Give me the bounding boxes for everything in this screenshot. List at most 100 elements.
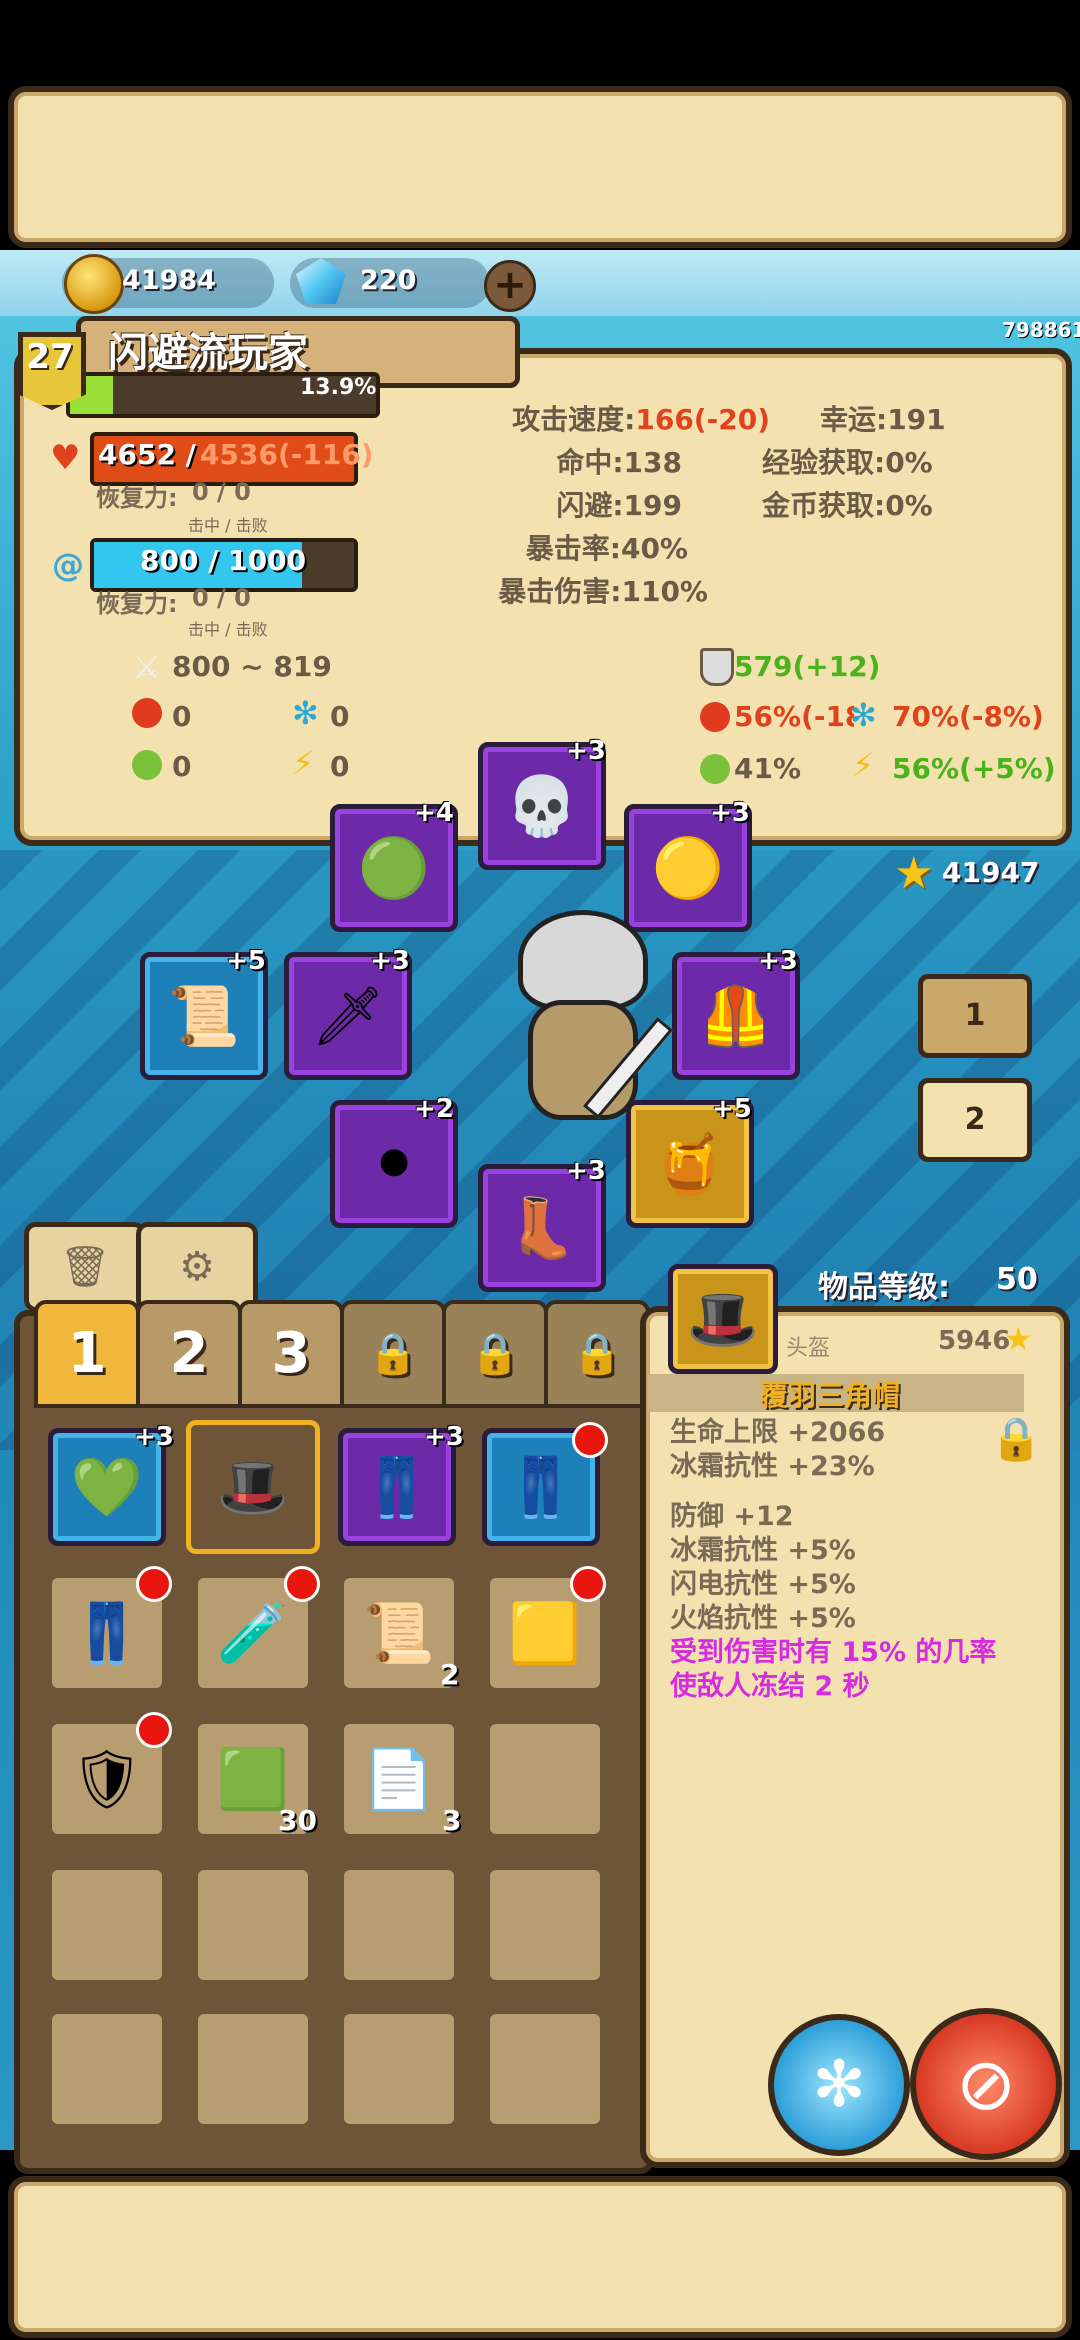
hp-regen-label: 恢复力: <box>96 484 178 512</box>
salvage-button[interactable]: ✻ <box>768 2014 910 2156</box>
equip-set-1-button[interactable]: 1 <box>918 974 1032 1058</box>
exp-percent: 13.9% <box>300 375 377 400</box>
new-item-badge <box>136 1712 172 1748</box>
new-item-badge <box>136 1566 172 1602</box>
inventory-empty-slot[interactable] <box>340 2010 458 2128</box>
player-level: 27 <box>26 337 74 377</box>
item-level-value: 50 <box>996 1262 1038 1297</box>
top-banner-panel <box>8 86 1072 248</box>
item-count: 2 <box>440 1658 460 1691</box>
inventory-empty-slot[interactable] <box>486 1866 604 1984</box>
inventory-tab-locked-3[interactable]: 🔒 <box>544 1300 650 1408</box>
equip-set-2-button[interactable]: 2 <box>918 1078 1032 1162</box>
combat-stats-list: 攻击速度:166(-20) 命中:138 闪避:199 暴击率:40% 暴击伤害… <box>440 398 770 613</box>
exp-gain-stat: 经验获取:0% <box>762 446 933 479</box>
discard-button[interactable]: ⊘ <box>910 2008 1062 2160</box>
inventory-empty-slot[interactable] <box>48 2010 166 2128</box>
item-special-line-2: 使敌人冻结 2 秒 <box>670 1671 870 1702</box>
inventory-empty-slot[interactable] <box>340 1866 458 1984</box>
potion-plus: +5 <box>712 1094 752 1124</box>
inventory-empty-slot[interactable] <box>194 2010 312 2128</box>
luck-stat: 幸运:191 <box>820 403 946 436</box>
trash-button[interactable]: 🗑 <box>24 1222 146 1312</box>
character-helmet <box>518 910 648 1010</box>
mana-icon: @ <box>52 546 84 584</box>
shield-defense-icon <box>700 648 734 686</box>
mp-regen-value: 0 / 0 <box>192 584 251 612</box>
dodge-row: 闪避:199 <box>556 489 682 522</box>
inventory-tab-1[interactable]: 1 <box>34 1300 140 1408</box>
boots-plus: +3 <box>566 1156 606 1186</box>
inventory-item-selected-hat[interactable]: 🎩 <box>186 1420 320 1554</box>
belt-plus: +2 <box>414 1094 454 1124</box>
gold-amount: 41984 <box>122 265 216 296</box>
item-count: 3 <box>442 1804 462 1837</box>
fire-attack-icon <box>132 698 162 728</box>
ice-resist-icon: ✻ <box>850 696 877 734</box>
item-lock-icon[interactable]: 🔒 <box>990 1414 1042 1464</box>
new-item-badge <box>284 1566 320 1602</box>
lock-icon: 🔒 <box>572 1331 622 1377</box>
item-base-stat-2: 冰霜抗性 +23% <box>670 1451 875 1482</box>
inventory-empty-slot[interactable] <box>486 2010 604 2128</box>
lock-icon: 🔒 <box>470 1331 520 1377</box>
inventory-tab-3[interactable]: 3 <box>238 1300 344 1408</box>
weapon-plus: +3 <box>370 946 410 976</box>
fire-resist-icon <box>700 702 730 732</box>
inventory-empty-slot[interactable] <box>486 1720 604 1838</box>
inventory-tab-locked-2[interactable]: 🔒 <box>442 1300 548 1408</box>
lightning-attack-icon: ⚡ <box>292 744 315 782</box>
gear-score-star-icon: ★ <box>894 848 934 899</box>
trash-settings-button[interactable]: ⚙ <box>136 1222 258 1312</box>
new-item-badge <box>572 1422 608 1458</box>
helmet-plus: +3 <box>566 736 606 766</box>
feather-hat-icon: 🎩 <box>216 1453 290 1521</box>
ice-resist-value: 70%(-8%) <box>892 700 1044 733</box>
item-level-label: 物品等级: <box>818 1270 950 1305</box>
inventory-tab-2[interactable]: 2 <box>136 1300 242 1408</box>
fire-resist-value: 56%(-18%) <box>734 700 854 733</box>
armor-value: 579(+12) <box>734 650 881 683</box>
item-type: 头盔 <box>786 1336 831 1361</box>
crit-rate-row: 暴击率:40% <box>525 532 688 565</box>
hp-value: 4652 / <box>98 438 196 471</box>
mp-value: 800 / 1000 <box>140 544 307 577</box>
attack-speed-row: 攻击速度:166(-20) <box>512 403 770 436</box>
damage-range: 800 ~ 819 <box>172 650 332 683</box>
accuracy-row: 命中:138 <box>556 446 682 479</box>
parchment-map-icon: 📄 <box>362 1745 436 1813</box>
ice-attack-value: 0 <box>330 700 350 733</box>
player-character[interactable] <box>488 910 678 1150</box>
lightning-resist-icon: ⚡ <box>852 746 875 784</box>
inventory-item-map[interactable]: 📄 <box>340 1720 458 1838</box>
player-id: 798861 <box>1002 318 1080 342</box>
add-currency-button[interactable]: + <box>484 260 536 312</box>
mp-regen-label: 恢复力: <box>96 590 178 618</box>
hp-max-value: 4536(-116) <box>200 438 374 471</box>
gem-amount: 220 <box>360 265 417 296</box>
inventory-item-plus: +3 <box>134 1422 174 1452</box>
sword-damage-icon: ⚔ <box>132 648 161 686</box>
inventory-tab-locked-1[interactable]: 🔒 <box>340 1300 446 1408</box>
boots-icon: 👢 <box>505 1194 579 1262</box>
lightning-attack-value: 0 <box>330 750 350 783</box>
bottom-panel <box>8 2176 1072 2338</box>
armor-plus: +3 <box>758 946 798 976</box>
lock-icon: 🔒 <box>368 1331 418 1377</box>
item-score-star-icon: ★ <box>1004 1320 1033 1358</box>
ice-attack-icon: ✻ <box>292 694 319 732</box>
player-name: 闪避流玩家 <box>108 330 308 376</box>
inventory-empty-slot[interactable] <box>194 1866 312 1984</box>
inventory-item-plus: +3 <box>424 1422 464 1452</box>
crit-damage-row: 暴击伤害:110% <box>498 575 708 608</box>
item-detail-icon: 🎩 <box>668 1264 778 1374</box>
lightning-resist-value: 56%(+5%) <box>892 752 1056 785</box>
hp-regen-sub: 击中 / 击败 <box>188 516 268 535</box>
feather-hat-icon: 🎩 <box>686 1285 760 1353</box>
item-score: 5946 <box>938 1326 1011 1356</box>
heart-icon: ♥ <box>50 438 81 478</box>
offhand-plus: +5 <box>226 946 266 976</box>
poison-resist-icon <box>700 754 730 784</box>
item-name: 覆羽三角帽 <box>760 1379 901 1412</box>
inventory-empty-slot[interactable] <box>48 1866 166 1984</box>
